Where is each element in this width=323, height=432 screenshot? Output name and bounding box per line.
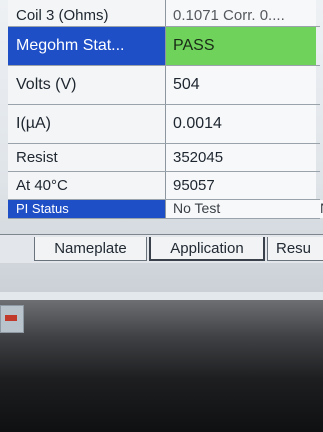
grid-row-current[interactable]: I(µA) 0.0014 (8, 105, 320, 144)
grid-row-value: 0.1071 Corr. 0.... (166, 0, 316, 26)
grid-row-pi-status[interactable]: PI Status No Test N (8, 200, 323, 219)
grid-row-value: 95057 (166, 172, 316, 199)
grid-row-megohm-status[interactable]: Megohm Stat... PASS (8, 27, 320, 66)
grid-row-volts[interactable]: Volts (V) 504 (8, 66, 320, 105)
tab-results[interactable]: Resu (267, 237, 323, 261)
grid-row-extra: N (316, 200, 323, 218)
tab-application[interactable]: Application (149, 237, 265, 261)
grid-row-label: Resist (8, 144, 166, 171)
grid-row-coil3[interactable]: Coil 3 (Ohms) 0.1071 Corr. 0.... (8, 0, 320, 27)
monitor-bezel (0, 300, 323, 432)
tab-nameplate[interactable]: Nameplate (34, 237, 147, 261)
grid-row-at-40c[interactable]: At 40°C 95057 (8, 172, 320, 200)
grid-row-label: PI Status (8, 200, 166, 218)
results-grid: Coil 3 (Ohms) 0.1071 Corr. 0.... Megohm … (8, 0, 323, 219)
grid-row-label: Volts (V) (8, 66, 166, 104)
status-badge: PASS (166, 27, 316, 65)
grid-row-label: Coil 3 (Ohms) (8, 0, 166, 26)
grid-row-value: 352045 (166, 144, 316, 171)
grid-row-value: 504 (166, 66, 316, 104)
grid-row-label: I(µA) (8, 105, 166, 143)
app-icon[interactable] (0, 305, 24, 333)
tab-bar: Nameplate Application Resu (0, 234, 323, 263)
grid-row-label: Megohm Stat... (8, 27, 166, 65)
grid-row-value: 0.0014 (166, 105, 316, 143)
screen: Coil 3 (Ohms) 0.1071 Corr. 0.... Megohm … (0, 0, 323, 300)
grid-row-label: At 40°C (8, 172, 166, 199)
grid-row-resist[interactable]: Resist 352045 (8, 144, 320, 172)
grid-row-value: No Test (166, 200, 316, 218)
